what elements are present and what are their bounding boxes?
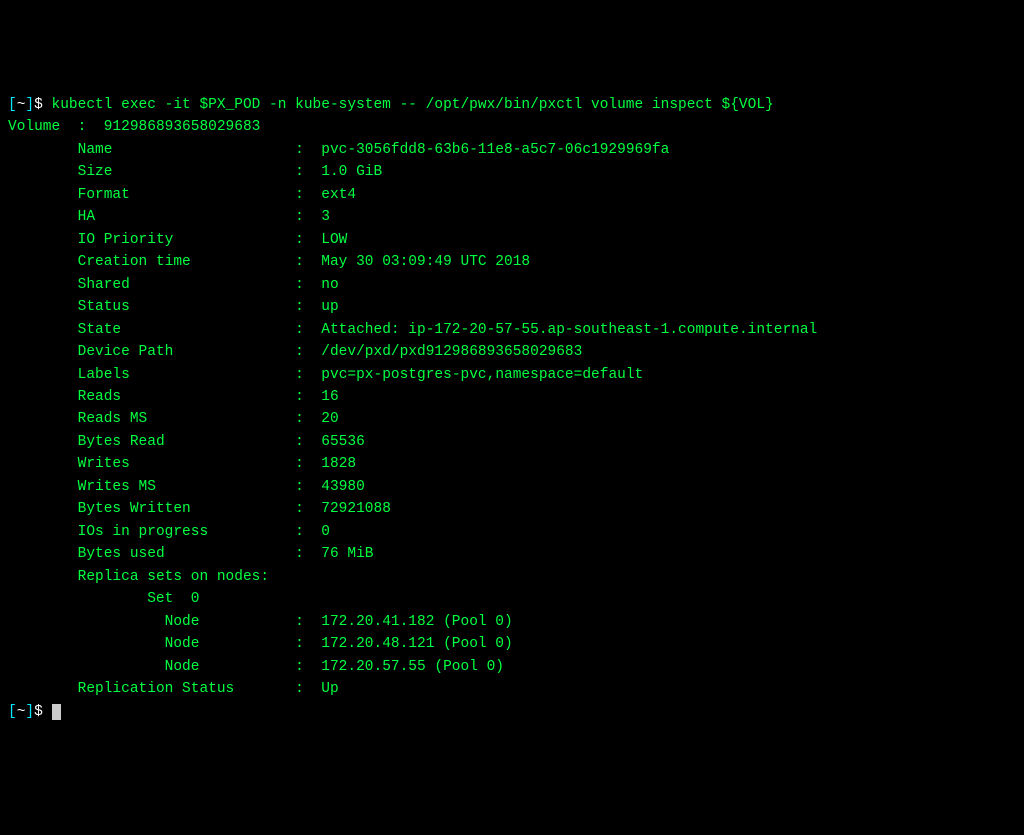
bracket-open: [: [8, 704, 17, 720]
field-value: /dev/pxd/pxd912986893658029683: [321, 344, 582, 360]
field-value: pvc=px-postgres-pvc,namespace=default: [321, 367, 643, 383]
field-label: Name: [78, 142, 113, 158]
volume-label: Volume: [8, 119, 60, 135]
field-label: Size: [78, 164, 113, 180]
field-label: Reads: [78, 389, 122, 405]
field-value: 1.0 GiB: [321, 164, 382, 180]
field-label: Replication Status: [78, 681, 235, 697]
field-row: IO Priority : LOW: [8, 232, 347, 248]
field-row: Size : 1.0 GiB: [8, 164, 382, 180]
field-row: Replication Status : Up: [8, 681, 339, 697]
field-value: LOW: [321, 232, 347, 248]
field-label: Bytes Written: [78, 501, 191, 517]
command-text[interactable]: kubectl exec -it $PX_POD -n kube-system …: [52, 97, 774, 113]
field-label: State: [78, 322, 122, 338]
field-label: HA: [78, 209, 95, 225]
field-value: no: [321, 277, 338, 293]
node-row: Node : 172.20.57.55 (Pool 0): [8, 659, 504, 675]
field-row: Reads MS : 20: [8, 411, 339, 427]
bracket-close: ]: [25, 704, 34, 720]
field-value: 76 MiB: [321, 546, 373, 562]
node-value: 172.20.48.121 (Pool 0): [321, 636, 512, 652]
field-row: HA : 3: [8, 209, 330, 225]
replica-header: Replica sets on nodes:: [8, 569, 269, 585]
field-value: 16: [321, 389, 338, 405]
field-row: State : Attached: ip-172-20-57-55.ap-sou…: [8, 322, 817, 338]
prompt: [~]$: [8, 97, 52, 113]
field-row: Labels : pvc=px-postgres-pvc,namespace=d…: [8, 367, 643, 383]
field-label: Shared: [78, 277, 130, 293]
field-label: Format: [78, 187, 130, 203]
field-row: Writes MS : 43980: [8, 479, 365, 495]
field-value: 0: [321, 524, 330, 540]
field-label: Writes: [78, 456, 130, 472]
prompt-path: ~: [17, 704, 26, 720]
field-value: up: [321, 299, 338, 315]
field-value: 43980: [321, 479, 365, 495]
node-value: 172.20.41.182 (Pool 0): [321, 614, 512, 630]
field-value: Up: [321, 681, 338, 697]
field-value: pvc-3056fdd8-63b6-11e8-a5c7-06c1929969fa: [321, 142, 669, 158]
field-label: Bytes used: [78, 546, 165, 562]
field-row: Bytes used : 76 MiB: [8, 546, 374, 562]
volume-sep: :: [60, 119, 104, 135]
field-row: IOs in progress : 0: [8, 524, 330, 540]
field-row: Format : ext4: [8, 187, 356, 203]
volume-id: 912986893658029683: [104, 119, 261, 135]
node-label: Node: [165, 659, 200, 675]
node-label: Node: [165, 614, 200, 630]
field-label: IOs in progress: [78, 524, 209, 540]
field-row: Writes : 1828: [8, 456, 356, 472]
field-label: Device Path: [78, 344, 174, 360]
field-row: Reads : 16: [8, 389, 339, 405]
bracket-open: [: [8, 97, 17, 113]
field-row: Creation time : May 30 03:09:49 UTC 2018: [8, 254, 530, 270]
field-value: May 30 03:09:49 UTC 2018: [321, 254, 530, 270]
field-row: Device Path : /dev/pxd/pxd91298689365802…: [8, 344, 582, 360]
field-row: Bytes Read : 65536: [8, 434, 365, 450]
node-value: 172.20.57.55 (Pool 0): [321, 659, 504, 675]
terminal-output: [~]$ kubectl exec -it $PX_POD -n kube-sy…: [8, 94, 1016, 723]
node-label: Node: [165, 636, 200, 652]
field-value: ext4: [321, 187, 356, 203]
field-label: Writes MS: [78, 479, 156, 495]
field-row: Shared : no: [8, 277, 339, 293]
cursor-icon[interactable]: [52, 704, 61, 720]
field-label: IO Priority: [78, 232, 174, 248]
field-value: 65536: [321, 434, 365, 450]
field-value: Attached: ip-172-20-57-55.ap-southeast-1…: [321, 322, 817, 338]
dollar: $: [34, 97, 51, 113]
field-row: Status : up: [8, 299, 339, 315]
field-value: 72921088: [321, 501, 391, 517]
bracket-close: ]: [25, 97, 34, 113]
field-label: Status: [78, 299, 130, 315]
field-label: Bytes Read: [78, 434, 165, 450]
field-row: Bytes Written : 72921088: [8, 501, 391, 517]
field-row: Name : pvc-3056fdd8-63b6-11e8-a5c7-06c19…: [8, 142, 669, 158]
node-row: Node : 172.20.48.121 (Pool 0): [8, 636, 513, 652]
prompt: [~]$: [8, 704, 52, 720]
node-row: Node : 172.20.41.182 (Pool 0): [8, 614, 513, 630]
field-label: Labels: [78, 367, 130, 383]
dollar: $: [34, 704, 51, 720]
field-label: Creation time: [78, 254, 191, 270]
field-value: 1828: [321, 456, 356, 472]
field-label: Reads MS: [78, 411, 148, 427]
set-label: Set 0: [8, 591, 199, 607]
field-value: 20: [321, 411, 338, 427]
field-value: 3: [321, 209, 330, 225]
